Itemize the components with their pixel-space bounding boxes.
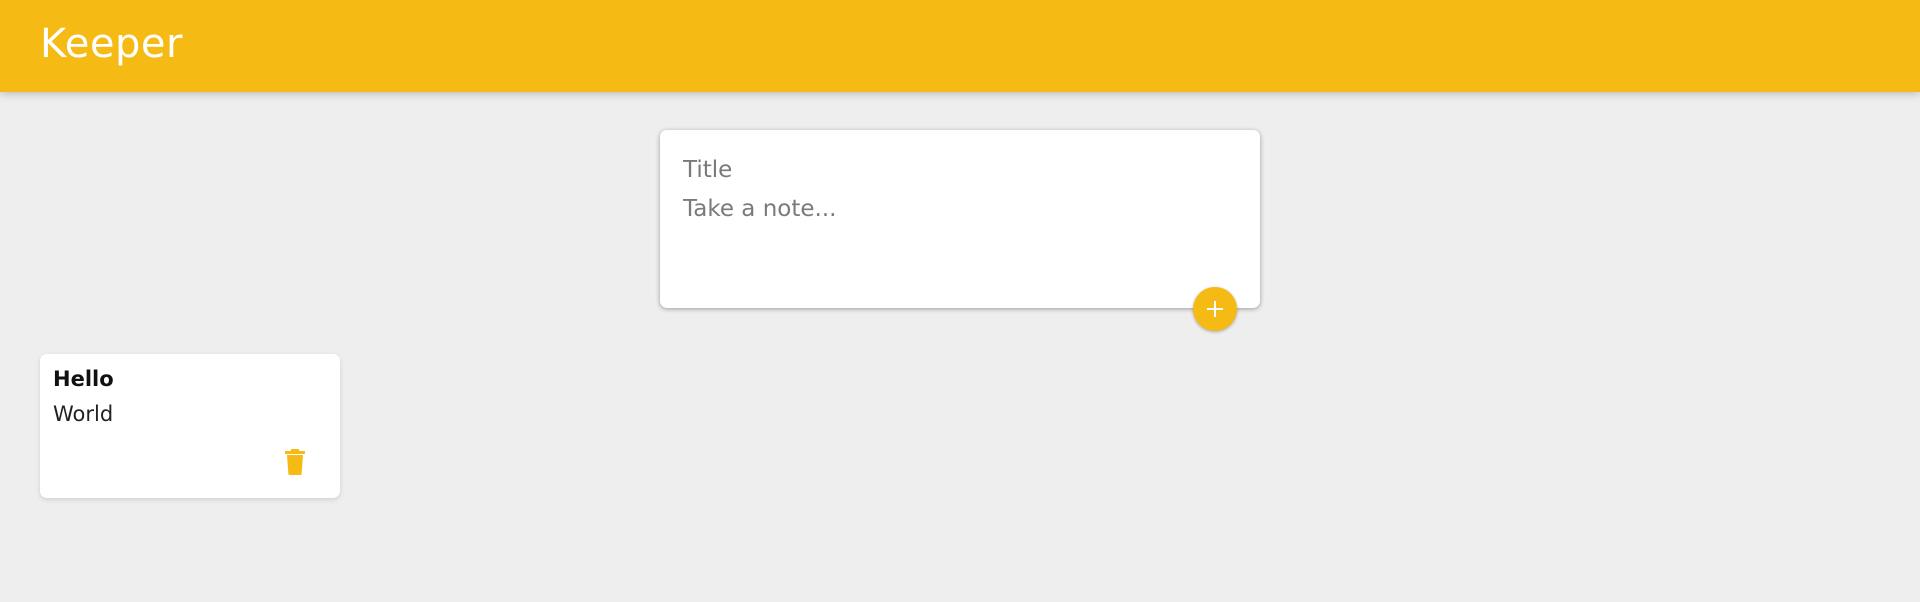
note-title: Hello: [53, 367, 114, 391]
plus-icon: [1204, 298, 1226, 320]
add-note-button[interactable]: [1193, 287, 1237, 331]
note-content-input[interactable]: [683, 193, 1233, 283]
note-content: World: [53, 402, 114, 426]
create-note-form: [660, 130, 1260, 308]
trash-icon: [284, 448, 306, 478]
delete-note-button[interactable]: [276, 444, 314, 482]
title-input[interactable]: [683, 154, 1233, 186]
app-header: Keeper: [0, 0, 1920, 92]
note-card: Hello World: [40, 354, 340, 498]
app-title: Keeper: [40, 21, 183, 67]
